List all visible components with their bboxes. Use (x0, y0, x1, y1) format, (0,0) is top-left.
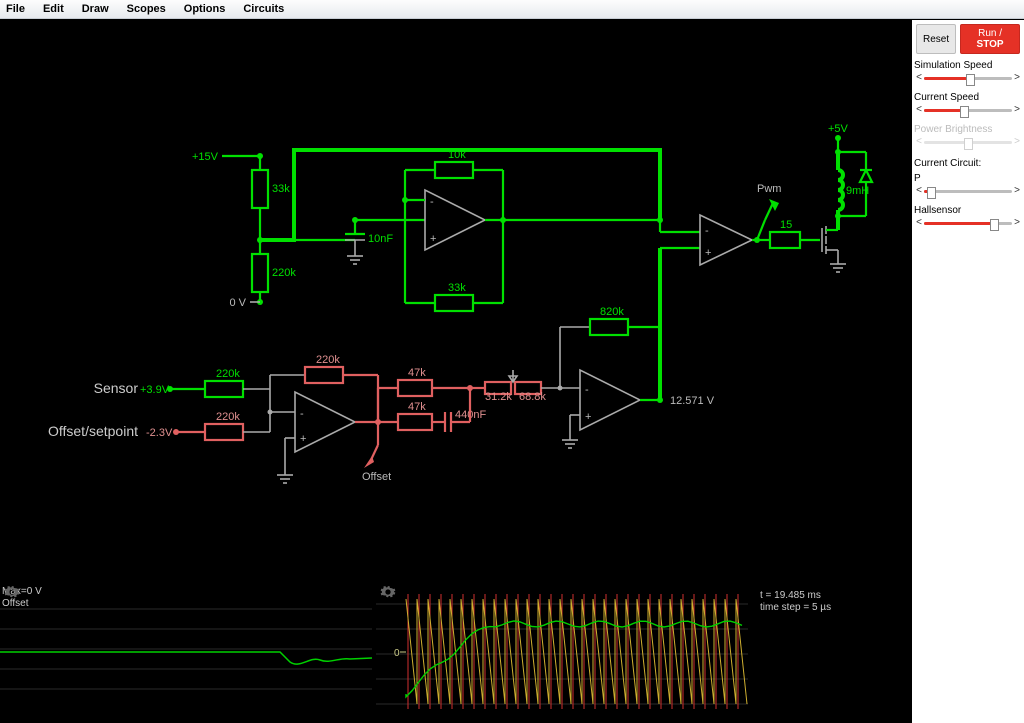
run-stop-button[interactable]: Run / STOP (960, 24, 1020, 54)
gear-icon[interactable] (4, 584, 20, 600)
scope-timestep: time step = 5 µs (760, 602, 831, 613)
circuit-canvas[interactable]: .wg { stroke:#00e000; stroke-width:2.2; … (0, 20, 912, 584)
slider-p[interactable]: P < > (912, 173, 1024, 205)
label-vout: 12.571 V (670, 395, 715, 407)
label-c10n: 10nF (368, 233, 393, 245)
label-zero-v: 0 V (229, 297, 246, 309)
label-plus5: +5V (828, 123, 849, 135)
svg-text:-: - (585, 384, 589, 396)
svg-text:+: + (705, 247, 711, 259)
label-sensor-v: +3.9V (140, 384, 170, 396)
label-r220k: 220k (272, 267, 296, 279)
menu-scopes[interactable]: Scopes (127, 3, 166, 15)
menu-bar: File Edit Draw Scopes Options Circuits (0, 0, 1024, 19)
label-r47k-b: 47k (408, 401, 426, 413)
slider-power-brightness: Power Brightness < > (912, 124, 1024, 156)
scopes-area: Max=0 V Offset 0 t = (0, 584, 912, 723)
svg-text:+: + (300, 433, 306, 445)
label-r220k-o: 220k (216, 411, 240, 423)
label-r47k-a: 47k (408, 367, 426, 379)
label-r220k-fb: 220k (316, 354, 340, 366)
gear-icon[interactable] (380, 584, 396, 600)
menu-edit[interactable]: Edit (43, 3, 64, 15)
label-offset-v: -2.3V (146, 427, 173, 439)
label-r10k: 10k (448, 149, 466, 161)
svg-text:-: - (300, 408, 304, 420)
scope-1[interactable]: Max=0 V Offset (0, 584, 372, 723)
label-r220k-s: 220k (216, 368, 240, 380)
label-pwm: Pwm (757, 183, 781, 195)
menu-draw[interactable]: Draw (82, 3, 109, 15)
reset-button[interactable]: Reset (916, 24, 956, 54)
label-r33k-b: 33k (448, 282, 466, 294)
svg-text:-: - (430, 196, 434, 208)
svg-text:+: + (585, 411, 591, 423)
label-r15: 15 (780, 219, 792, 231)
scope-time: t = 19.485 ms (760, 590, 821, 601)
label-offset-probe: Offset (362, 471, 391, 483)
scope-2[interactable]: 0 (376, 584, 748, 723)
menu-options[interactable]: Options (184, 3, 226, 15)
label-r688: 68.8k (519, 391, 546, 403)
slider-sim-speed[interactable]: Simulation Speed < > (912, 60, 1024, 92)
svg-text:-: - (705, 225, 709, 237)
menu-circuits[interactable]: Circuits (243, 3, 284, 15)
label-r312: 31.2k (485, 391, 512, 403)
label-r33k: 33k (272, 183, 290, 195)
label-offset: Offset/setpoint (48, 423, 138, 439)
label-r820k: 820k (600, 306, 624, 318)
label-plus15: +15V (192, 151, 219, 163)
menu-file[interactable]: File (6, 3, 25, 15)
slider-hallsensor[interactable]: Hallsensor < > (912, 205, 1024, 237)
svg-text:0: 0 (394, 648, 400, 659)
label-sensor: Sensor (94, 380, 139, 396)
slider-current-speed[interactable]: Current Speed < > (912, 92, 1024, 124)
current-circuit-label: Current Circuit: (912, 156, 1024, 173)
sidebar: Reset Run / STOP Simulation Speed < > Cu… (912, 20, 1024, 723)
svg-text:+: + (430, 233, 436, 245)
